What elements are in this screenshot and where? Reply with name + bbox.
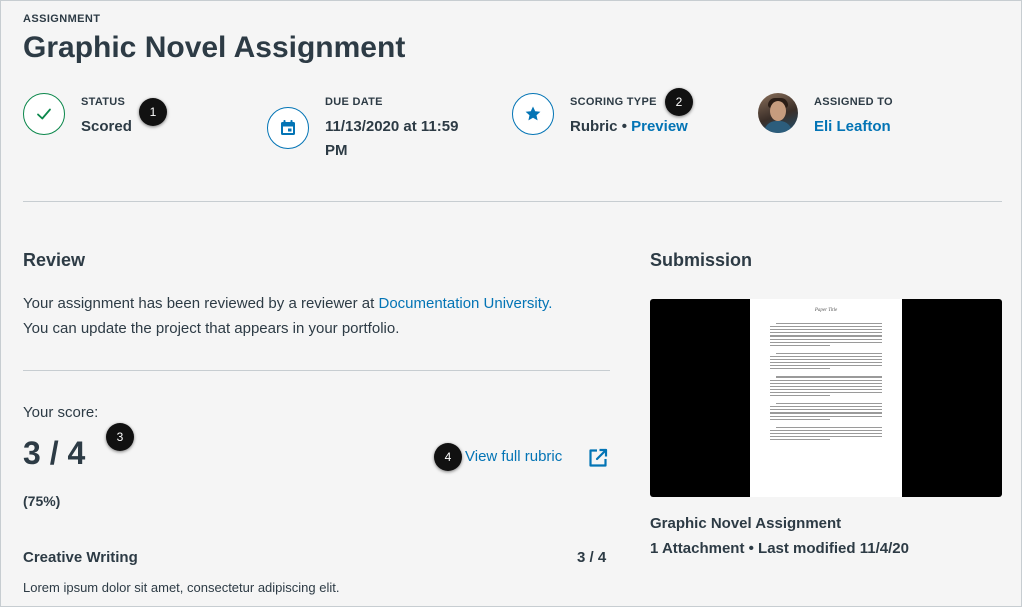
assignee-link[interactable]: Eli Leafton [814, 115, 893, 139]
review-divider [23, 370, 610, 371]
document-text-line [770, 365, 882, 367]
review-text-after: You can update the project that appears … [23, 320, 400, 337]
due-date-block: DUE DATE 11/13/2020 at 11:59 PM [267, 93, 458, 163]
external-link-icon[interactable] [587, 447, 609, 469]
document-text-line [770, 388, 882, 390]
criterion-score: 3 / 4 [577, 549, 607, 566]
document-text-line [770, 338, 882, 340]
document-text-line [770, 335, 882, 337]
document-text-line [770, 326, 882, 328]
submission-preview[interactable]: Paper Title [650, 299, 1002, 497]
scoring-type-name: Rubric [570, 118, 618, 135]
status-label: STATUS [81, 96, 126, 108]
page-eyebrow: ASSIGNMENT [23, 13, 101, 25]
assigned-to-label: ASSIGNED TO [814, 96, 893, 108]
review-text-before: Your assignment has been reviewed by a r… [23, 295, 379, 312]
document-text-line [776, 352, 882, 354]
due-date-line-1: 11/13/2020 at 11:59 [325, 118, 459, 135]
callout-badge-4: 4 [434, 443, 462, 471]
callout-badge-1: 1 [139, 98, 167, 126]
document-text-line [770, 429, 882, 431]
callout-badge-2: 2 [665, 88, 693, 116]
document-text-line [770, 391, 882, 394]
document-text-line [776, 426, 882, 428]
due-date-line-2: PM [325, 142, 348, 159]
review-heading: Review [23, 250, 86, 270]
review-message: Your assignment has been reviewed by a r… [23, 291, 623, 341]
criterion-name: Creative Writing [23, 549, 138, 566]
calendar-icon [267, 107, 309, 149]
header-divider [23, 201, 1002, 202]
document-text-line [770, 406, 882, 408]
institution-link[interactable]: Documentation University. [378, 295, 552, 312]
document-page-thumbnail: Paper Title [750, 299, 902, 497]
due-date-label: DUE DATE [325, 96, 383, 108]
document-text-line [770, 415, 882, 417]
document-page-title: Paper Title [814, 308, 838, 313]
view-full-rubric-link[interactable]: View full rubric [465, 448, 562, 465]
document-text-line [770, 379, 882, 381]
criterion-description: Lorem ipsum dolor sit amet, consectetur … [23, 580, 340, 595]
due-date-value: 11/13/2020 at 11:59 PM [325, 115, 458, 163]
document-text-line [770, 412, 882, 414]
document-text-line [776, 403, 882, 405]
document-text-line [770, 329, 882, 331]
document-text-line [770, 382, 882, 384]
document-text-line [770, 436, 882, 438]
assignment-page: ASSIGNMENT Graphic Novel Assignment STAT… [0, 0, 1022, 607]
status-block: STATUS Scored [23, 93, 132, 139]
document-text-line [770, 355, 882, 358]
page-title: Graphic Novel Assignment [23, 31, 406, 64]
callout-badge-3: 3 [106, 423, 134, 451]
scoring-type-block: SCORING TYPE Rubric • Preview [512, 93, 688, 139]
document-text-line [770, 332, 882, 334]
document-text-line [776, 376, 882, 378]
rubric-preview-link[interactable]: Preview [631, 118, 688, 135]
document-text-line [770, 418, 830, 420]
document-text-line [770, 341, 882, 343]
submission-title: Graphic Novel Assignment [650, 515, 842, 532]
document-text-line [776, 323, 882, 325]
status-value: Scored [81, 118, 132, 135]
score-label: Your score: [23, 404, 99, 421]
document-text-line [770, 395, 830, 397]
document-text-line [770, 344, 830, 346]
document-text-line [770, 368, 830, 370]
document-text-line [770, 432, 882, 435]
document-text-line [770, 439, 830, 441]
submission-heading: Submission [650, 250, 753, 270]
check-icon [23, 93, 65, 135]
document-text-line [770, 359, 882, 361]
document-text-line [770, 362, 882, 364]
score-percent: (75%) [23, 493, 61, 509]
document-text-line [770, 409, 882, 411]
star-icon [512, 93, 554, 135]
document-text-line [770, 385, 882, 387]
scoring-separator: • [621, 118, 627, 135]
scoring-type-value: Rubric • Preview [570, 115, 688, 139]
submission-meta: 1 Attachment • Last modified 11/4/20 [650, 540, 909, 557]
assigned-to-block: ASSIGNED TO Eli Leafton [758, 93, 893, 139]
avatar [758, 93, 798, 133]
score-value: 3 / 4 [23, 435, 86, 471]
